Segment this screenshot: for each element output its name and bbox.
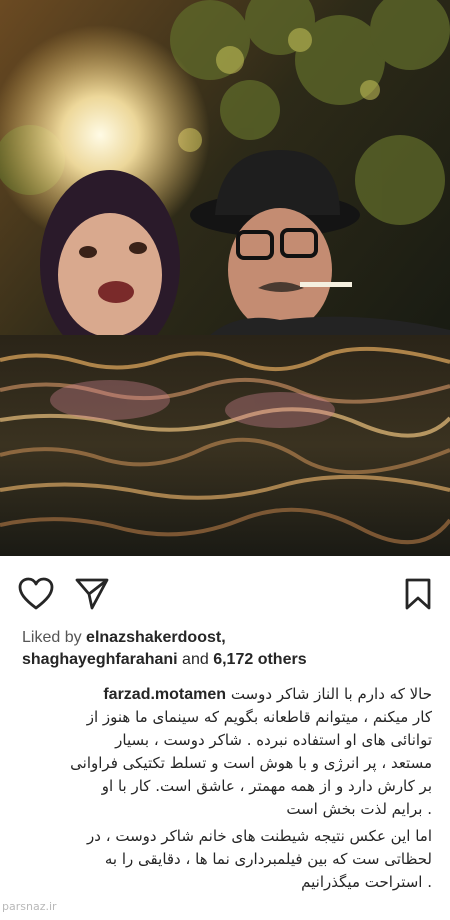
- likes-count[interactable]: 6,172 others: [213, 651, 306, 668]
- send-icon[interactable]: [75, 577, 109, 616]
- caption-line: اما این عکس نتیجه شیطنت های خانم شاکر دو…: [87, 827, 432, 845]
- bookmark-icon[interactable]: [405, 578, 431, 615]
- post-caption: حالا که دارم با الناز شاکر دوست farzad.m…: [12, 683, 432, 894]
- caption-line: لحظاتی ست که بین فیلمبرداری نما ها ، دقا…: [104, 850, 432, 868]
- caption-username[interactable]: farzad.motamen: [103, 686, 226, 703]
- watermark: parsnaz.ir: [2, 900, 57, 913]
- action-bar: [0, 556, 450, 632]
- caption-line: کار میکنم ، میتوانم قاطعانه بگویم که سین…: [86, 708, 432, 726]
- likes-connector: and: [177, 651, 214, 668]
- caption-line: بر کارش دارد و از همه مهمتر ، عاشق است. …: [101, 777, 432, 795]
- caption-line: . برایم لذت بخش است: [286, 800, 432, 818]
- liked-by-label: Liked by: [22, 629, 82, 646]
- caption-line: توانائی های او استفاده نبرده . شاکر دوست…: [115, 731, 432, 749]
- caption-text-1: حالا که دارم با الناز شاکر دوست: [230, 685, 432, 703]
- liker-username-2[interactable]: shaghayeghfarahani: [22, 651, 178, 668]
- caption-line: حالا که دارم با الناز شاکر دوست farzad.m…: [12, 683, 432, 706]
- caption-line: مستعد ، پر انرژی و با هوش است و تسلط تکت…: [70, 754, 432, 772]
- caption-line: . استراحت میگذرانیم: [301, 873, 432, 891]
- liker-username-1[interactable]: elnazshakerdoost,: [86, 629, 226, 646]
- post-photo[interactable]: [0, 0, 450, 556]
- likes-summary: Liked by elnazshakerdoost, shaghayeghfar…: [22, 627, 442, 671]
- heart-icon[interactable]: [18, 577, 54, 616]
